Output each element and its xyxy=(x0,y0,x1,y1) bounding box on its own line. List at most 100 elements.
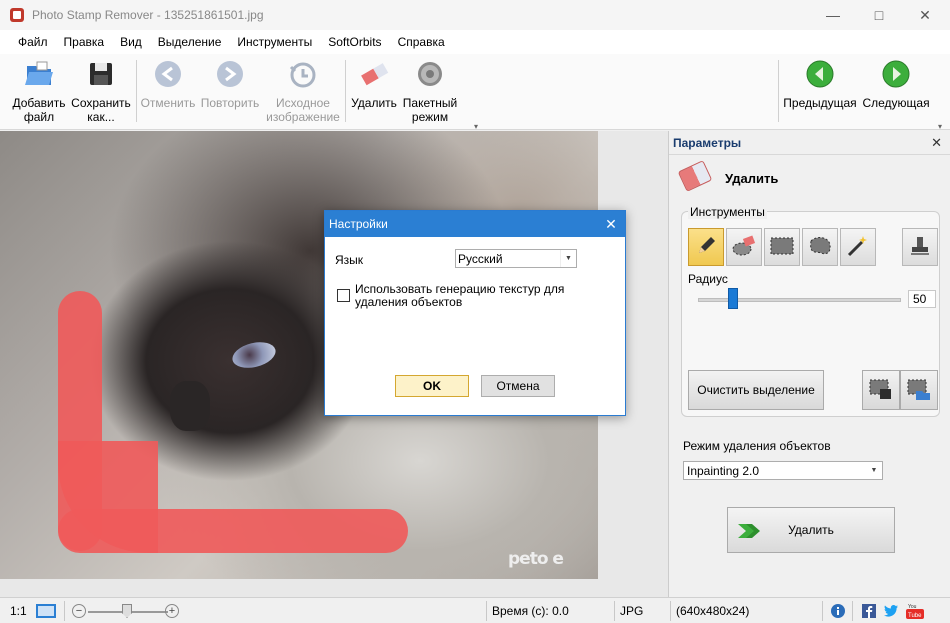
image-format: JPG xyxy=(620,604,644,618)
lasso-tool-button[interactable] xyxy=(802,228,838,266)
menu-softorbits[interactable]: SoftOrbits xyxy=(320,35,389,49)
rect-select-tool-button[interactable] xyxy=(764,228,800,266)
parameters-panel: Параметры ✕ Удалить Инструменты Радиус 5… xyxy=(668,131,950,597)
stamp-tool-button[interactable] xyxy=(902,228,938,266)
cat-eye-shape xyxy=(229,338,279,372)
save-as-button[interactable]: Сохранить как... xyxy=(70,58,132,124)
green-arrow-icon xyxy=(736,520,762,542)
toolbar-separator xyxy=(778,60,779,122)
next-label: Следующая xyxy=(862,96,930,110)
texture-generation-checkbox[interactable] xyxy=(337,289,350,302)
eraser-tool-button[interactable] xyxy=(726,228,762,266)
magic-wand-tool-button[interactable] xyxy=(840,228,876,266)
chevron-down-icon: ▼ xyxy=(870,467,878,474)
lasso-icon xyxy=(807,235,833,260)
rectangle-select-icon xyxy=(769,235,795,260)
texture-generation-label[interactable]: Использовать генерацию текстур для удале… xyxy=(355,283,617,309)
image-dimensions: (640x480x24) xyxy=(676,604,750,618)
zoom-out-icon[interactable]: − xyxy=(72,604,86,618)
facebook-icon[interactable] xyxy=(862,598,876,623)
menu-edit[interactable]: Правка xyxy=(56,35,113,49)
zoom-ratio-button[interactable]: 1:1 xyxy=(10,598,27,623)
status-divider xyxy=(614,601,615,621)
redo-button[interactable]: Повторить xyxy=(200,58,260,110)
tools-group: Инструменты Радиус 50 Очистить выделение xyxy=(681,205,940,417)
save-as-label-2: как... xyxy=(87,110,115,124)
menu-bar: Файл Правка Вид Выделение Инструменты So… xyxy=(0,30,950,54)
dialog-close-icon[interactable]: ✕ xyxy=(597,211,625,237)
removal-mode-select[interactable]: Inpainting 2.0 ▼ xyxy=(683,461,883,480)
save-selection-button[interactable] xyxy=(862,370,900,410)
remove-objects-button[interactable]: Удалить xyxy=(727,507,895,553)
removal-mode-label: Режим удаления объектов xyxy=(683,439,831,453)
next-arrow-icon xyxy=(880,58,912,90)
menu-selection[interactable]: Выделение xyxy=(150,35,230,49)
zoom-in-icon[interactable]: + xyxy=(165,604,179,618)
undo-label: Отменить xyxy=(140,96,196,110)
toolbar-separator xyxy=(345,60,346,122)
language-label: Язык xyxy=(335,253,364,267)
menu-view[interactable]: Вид xyxy=(112,35,150,49)
add-file-button[interactable]: Добавить файл xyxy=(10,58,68,124)
undo-arrow-icon xyxy=(152,58,184,90)
batch-mode-label-1: Пакетный xyxy=(402,96,458,110)
toolbar-overflow-icon[interactable]: ▾ xyxy=(474,122,478,131)
load-selection-button[interactable] xyxy=(900,370,938,410)
open-folder-icon xyxy=(23,58,55,90)
status-divider xyxy=(822,601,823,621)
radius-label: Радиус xyxy=(688,272,728,286)
language-select[interactable]: Русский ▼ xyxy=(455,249,577,268)
cancel-button[interactable]: Отмена xyxy=(481,375,555,397)
gear-icon xyxy=(414,58,446,90)
undo-button[interactable]: Отменить xyxy=(140,58,196,110)
title-bar: Photo Stamp Remover - 135251861501.jpg —… xyxy=(0,0,950,30)
remove-button[interactable]: Удалить xyxy=(350,58,398,110)
panel-close-icon[interactable]: ✕ xyxy=(931,135,942,151)
next-button[interactable]: Следующая xyxy=(860,58,932,110)
menu-tools[interactable]: Инструменты xyxy=(229,35,320,49)
close-button[interactable]: ✕ xyxy=(902,0,948,30)
maximize-button[interactable]: □ xyxy=(856,0,902,30)
previous-button[interactable]: Предыдущая xyxy=(782,58,858,110)
stamp-icon xyxy=(908,234,932,261)
eraser-icon xyxy=(677,160,713,192)
tools-group-label: Инструменты xyxy=(688,205,767,219)
add-file-label-2: файл xyxy=(23,110,55,124)
twitter-icon[interactable] xyxy=(884,598,898,623)
menu-help[interactable]: Справка xyxy=(390,35,453,49)
original-image-button[interactable]: Исходное изображение xyxy=(264,58,342,124)
magic-wand-icon xyxy=(846,234,870,261)
removal-mode-value: Inpainting 2.0 xyxy=(687,463,760,478)
chevron-down-icon: ▼ xyxy=(560,250,576,267)
floppy-icon xyxy=(85,58,117,90)
eraser-brush-icon xyxy=(731,234,757,261)
pencil-tool-button[interactable] xyxy=(688,228,724,266)
dialog-title: Настройки xyxy=(325,211,625,237)
toolbar-overflow-icon[interactable]: ▾ xyxy=(938,122,942,131)
app-icon xyxy=(10,8,24,22)
save-selection-icon xyxy=(868,377,894,404)
original-image-label-1: Исходное xyxy=(276,96,330,110)
batch-mode-button[interactable]: Пакетный режим xyxy=(400,58,460,124)
minimize-button[interactable]: — xyxy=(810,0,856,30)
remove-label: Удалить xyxy=(351,96,397,110)
load-selection-icon xyxy=(906,377,932,404)
batch-mode-label-2: режим xyxy=(411,110,449,124)
save-as-label-1: Сохранить xyxy=(71,96,131,110)
radius-value-field[interactable]: 50 xyxy=(908,290,936,308)
status-divider xyxy=(670,601,671,621)
menu-file[interactable]: Файл xyxy=(10,35,56,49)
settings-dialog: Настройки ✕ Язык Русский ▼ Использовать … xyxy=(324,210,626,416)
redo-arrow-icon xyxy=(214,58,246,90)
toolbar: Добавить файл Сохранить как... Отменить … xyxy=(0,54,950,131)
zoom-slider-thumb[interactable] xyxy=(122,604,132,618)
pencil-icon xyxy=(694,234,718,261)
ok-button[interactable]: OK xyxy=(395,375,469,397)
language-value: Русский xyxy=(458,251,503,266)
info-icon[interactable] xyxy=(830,598,846,623)
youtube-icon[interactable]: You Tube xyxy=(906,598,924,623)
clear-selection-button[interactable]: Очистить выделение xyxy=(688,370,824,410)
status-bar: 1:1 − + Время (с): 0.0 JPG (640x480x24) … xyxy=(0,597,950,623)
fit-to-window-icon[interactable] xyxy=(36,598,56,623)
radius-slider-thumb[interactable] xyxy=(728,288,738,309)
